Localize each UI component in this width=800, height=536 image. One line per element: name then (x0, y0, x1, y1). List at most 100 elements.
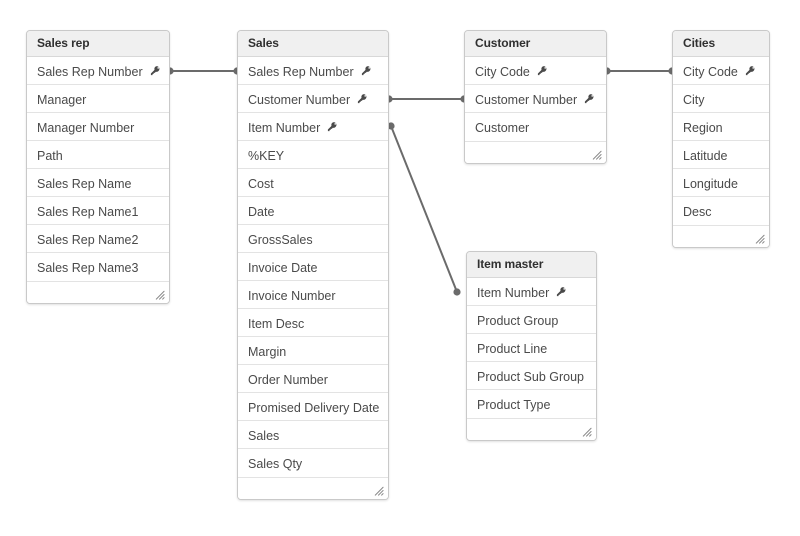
field-label: Item Number (477, 285, 550, 300)
field-row[interactable]: Product Line (467, 334, 596, 362)
field-row[interactable]: Invoice Number (238, 281, 388, 309)
data-model-canvas[interactable]: Sales rep Sales Rep Number Manager Manager … (0, 0, 800, 536)
field-label: Product Line (477, 341, 548, 356)
link-sales-itemmaster[interactable] (387, 122, 461, 296)
field-label: Latitude (683, 148, 728, 163)
field-label: Sales Rep Number (248, 64, 354, 79)
field-row[interactable]: Sales Rep Name1 (27, 197, 169, 225)
field-row[interactable]: Sales Rep Name2 (27, 225, 169, 253)
field-label: %KEY (248, 148, 285, 163)
field-row[interactable]: Sales (238, 421, 388, 449)
field-row[interactable]: City Code (465, 57, 606, 85)
table-title-cities: Cities (673, 31, 769, 57)
field-row[interactable]: Date (238, 197, 388, 225)
key-icon (361, 65, 372, 76)
table-footer-sales (238, 477, 388, 499)
table-footer-sales-rep (27, 281, 169, 303)
field-label: Product Group (477, 313, 559, 328)
field-row[interactable]: %KEY (238, 141, 388, 169)
field-label: Sales Rep Name2 (37, 232, 139, 247)
field-row[interactable]: Order Number (238, 365, 388, 393)
field-row[interactable]: City (673, 85, 769, 113)
field-row[interactable]: Customer (465, 113, 606, 141)
resize-grip-icon[interactable] (581, 426, 592, 437)
field-row[interactable]: Manager Number (27, 113, 169, 141)
key-icon (745, 65, 756, 76)
table-title-customer: Customer (465, 31, 606, 57)
resize-grip-icon[interactable] (154, 289, 165, 300)
field-row[interactable]: Item Number (467, 278, 596, 306)
field-row[interactable]: Sales Rep Name (27, 169, 169, 197)
field-label: Item Number (248, 120, 321, 135)
field-row[interactable]: Invoice Date (238, 253, 388, 281)
field-row[interactable]: Latitude (673, 141, 769, 169)
field-label: Sales Rep Number (37, 64, 143, 79)
field-label: Item Desc (248, 316, 305, 331)
field-row[interactable]: Promised Delivery Date (238, 393, 388, 421)
table-cities[interactable]: Cities City Code City Region Latitude Longitu… (672, 30, 770, 248)
field-list-sales: Sales Rep Number Customer Number Item Numb… (238, 57, 388, 477)
field-row[interactable]: Customer Number (465, 85, 606, 113)
field-row[interactable]: Region (673, 113, 769, 141)
field-label: Desc (683, 204, 712, 219)
key-icon (584, 93, 595, 104)
field-row[interactable]: Product Group (467, 306, 596, 334)
table-footer-customer (465, 141, 606, 163)
field-row[interactable]: Sales Rep Number (27, 57, 169, 85)
link-customer-cities[interactable] (603, 67, 676, 75)
field-label: Invoice Date (248, 260, 318, 275)
field-label: City Code (475, 64, 530, 79)
field-label: Sales Rep Name3 (37, 260, 139, 275)
field-row[interactable]: City Code (673, 57, 769, 85)
key-icon (556, 286, 567, 297)
table-title-sales-rep: Sales rep (27, 31, 169, 57)
resize-grip-icon[interactable] (754, 233, 765, 244)
field-label: Cost (248, 176, 274, 191)
field-row[interactable]: Desc (673, 197, 769, 225)
resize-grip-icon[interactable] (373, 485, 384, 496)
field-label: Customer Number (475, 92, 578, 107)
table-title-item-master: Item master (467, 252, 596, 278)
table-sales[interactable]: Sales Sales Rep Number Customer Number Item… (237, 30, 389, 500)
field-row[interactable]: Path (27, 141, 169, 169)
key-icon (357, 93, 368, 104)
field-row[interactable]: Sales Rep Name3 (27, 253, 169, 281)
field-label: Sales Rep Name (37, 176, 132, 191)
field-label: Manager Number (37, 120, 135, 135)
field-label: Invoice Number (248, 288, 336, 303)
field-row[interactable]: Product Type (467, 390, 596, 418)
field-label: Longitude (683, 176, 738, 191)
link-sales-customer[interactable] (385, 95, 468, 103)
field-list-item-master: Item Number Product Group Product Line Prod… (467, 278, 596, 418)
field-row[interactable]: Customer Number (238, 85, 388, 113)
field-label: Sales Rep Name1 (37, 204, 139, 219)
field-label: Order Number (248, 372, 328, 387)
field-row[interactable]: GrossSales (238, 225, 388, 253)
link-salesrep-sales[interactable] (166, 67, 241, 75)
field-label: Product Sub Group (477, 369, 585, 384)
resize-grip-icon[interactable] (591, 149, 602, 160)
field-list-cities: City Code City Region Latitude Longitude Desc (673, 57, 769, 225)
field-row[interactable]: Longitude (673, 169, 769, 197)
key-icon (537, 65, 548, 76)
field-label: Customer Number (248, 92, 351, 107)
field-row[interactable]: Manager (27, 85, 169, 113)
table-customer[interactable]: Customer City Code Customer Number Customer (464, 30, 607, 164)
field-label: Customer (475, 120, 530, 135)
field-label: City (683, 92, 705, 107)
table-sales-rep[interactable]: Sales rep Sales Rep Number Manager Manager … (26, 30, 170, 304)
field-row[interactable]: Item Number (238, 113, 388, 141)
field-label: Path (37, 148, 63, 163)
table-item-master[interactable]: Item master Item Number Product Group Produ… (466, 251, 597, 441)
field-row[interactable]: Sales Qty (238, 449, 388, 477)
field-label: Product Type (477, 397, 551, 412)
field-list-customer: City Code Customer Number Customer (465, 57, 606, 141)
field-row[interactable]: Margin (238, 337, 388, 365)
field-row[interactable]: Cost (238, 169, 388, 197)
field-row[interactable]: Product Sub Group (467, 362, 596, 390)
field-label: Date (248, 204, 275, 219)
field-row[interactable]: Item Desc (238, 309, 388, 337)
field-row[interactable]: Sales Rep Number (238, 57, 388, 85)
field-label: Sales (248, 428, 280, 443)
table-footer-item-master (467, 418, 596, 440)
